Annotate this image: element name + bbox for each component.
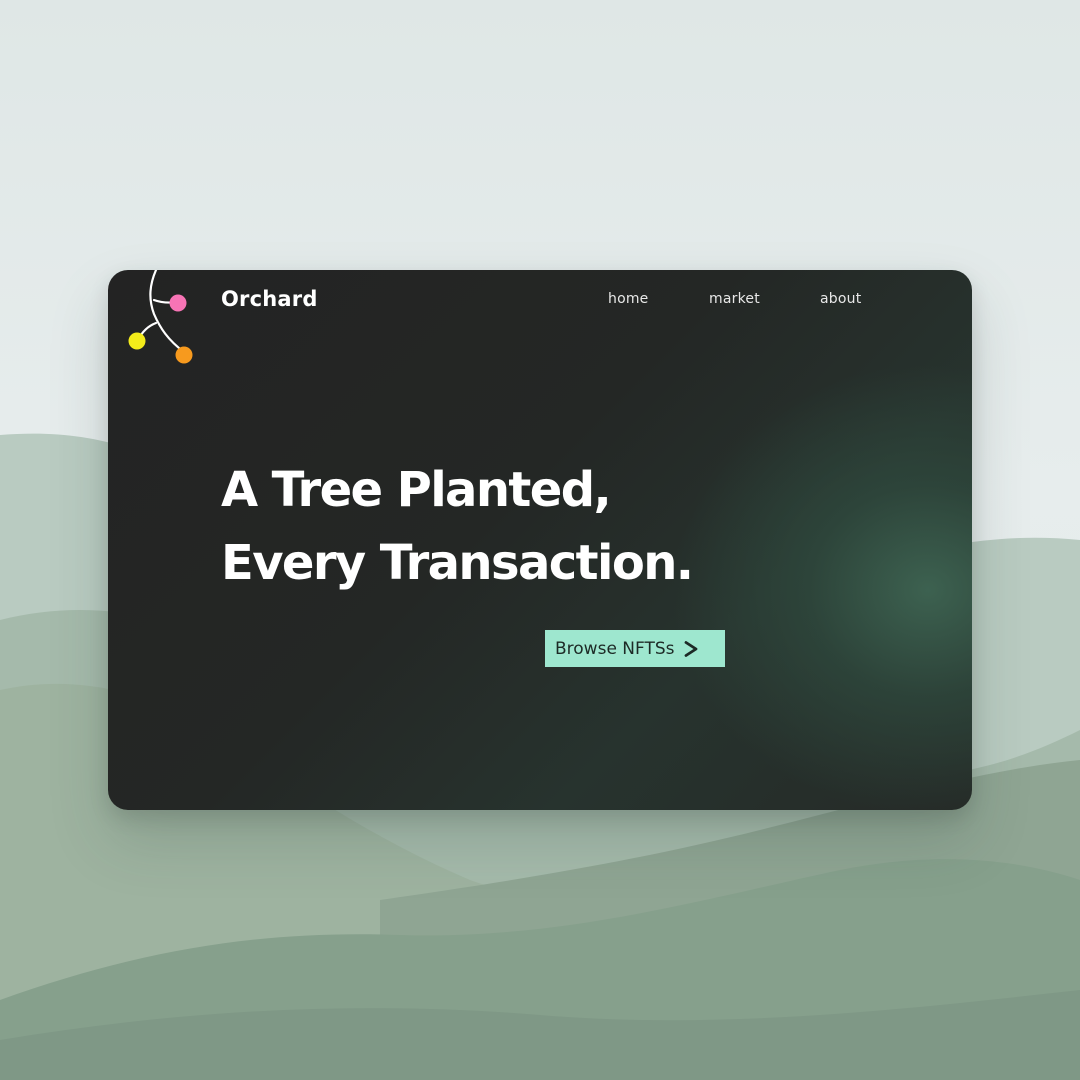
nav-link-market[interactable]: market <box>709 291 760 307</box>
nav-link-about[interactable]: about <box>820 291 861 307</box>
branch-with-berries-icon <box>128 270 193 364</box>
hero-headline-line-2: Every Transaction. <box>221 535 694 591</box>
berry-orange <box>175 346 193 364</box>
browse-nfts-button-label: Browse NFTSs <box>555 638 675 659</box>
landing-card: Orchard home market about A Tree Planted… <box>108 270 972 810</box>
browse-nfts-button[interactable]: Browse NFTSs <box>545 630 725 667</box>
nav-link-home[interactable]: home <box>608 291 649 307</box>
chevron-right-icon <box>684 640 697 657</box>
hero-headline: A Tree Planted, Every Transaction. <box>221 454 694 600</box>
berry-yellow <box>128 332 146 350</box>
top-nav: home market about <box>108 291 972 311</box>
hero-headline-line-1: A Tree Planted, <box>221 462 612 518</box>
